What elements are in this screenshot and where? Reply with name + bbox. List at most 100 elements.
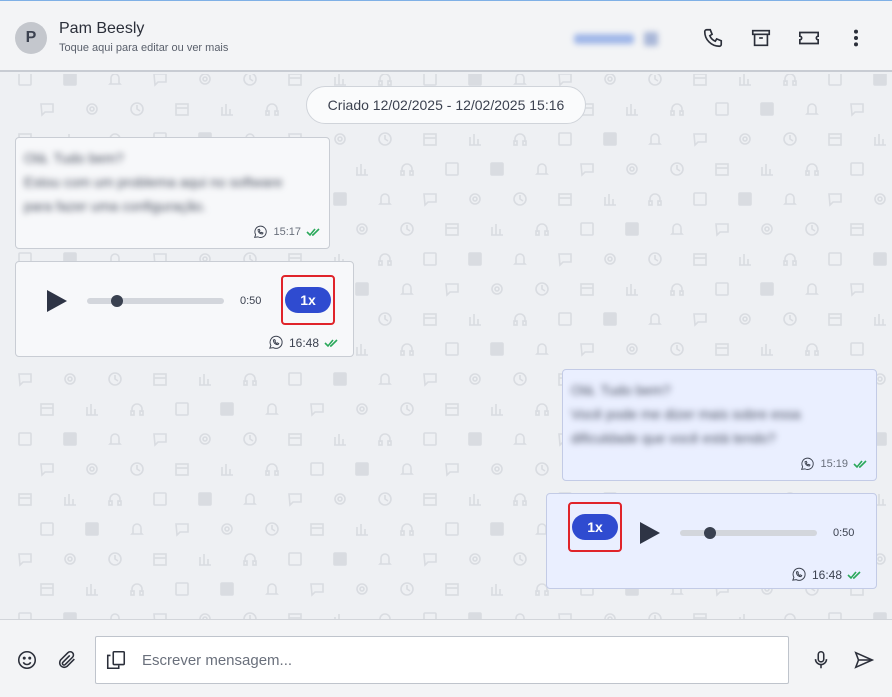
attach-icon[interactable] bbox=[54, 647, 80, 673]
pattern-icon bbox=[670, 103, 684, 116]
pattern-icon bbox=[445, 583, 459, 596]
audio-progress-track[interactable] bbox=[680, 530, 817, 536]
pattern-icon bbox=[199, 554, 211, 566]
message-meta: 15:17 bbox=[252, 224, 322, 240]
pattern-icon bbox=[874, 193, 886, 205]
pattern-icon bbox=[873, 74, 887, 86]
pattern-icon bbox=[693, 253, 707, 266]
message-input[interactable] bbox=[142, 637, 782, 683]
pattern-icon bbox=[175, 582, 189, 596]
pattern-icon bbox=[175, 463, 189, 476]
pattern-icon bbox=[535, 462, 549, 476]
pattern-icon bbox=[604, 194, 616, 206]
message-box[interactable] bbox=[95, 636, 789, 684]
pattern-icon bbox=[243, 553, 257, 566]
contact-name[interactable]: Pam Beesly bbox=[59, 20, 144, 38]
play-icon[interactable] bbox=[636, 520, 662, 546]
pattern-icon bbox=[850, 342, 864, 356]
pattern-icon bbox=[288, 372, 302, 386]
message-bubble-incoming-audio[interactable]: 0:50 1x 16:48 bbox=[15, 261, 354, 357]
pattern-icon bbox=[130, 462, 144, 476]
pattern-icon bbox=[334, 74, 346, 86]
playback-speed-button[interactable]: 1x bbox=[285, 287, 331, 313]
pattern-icon bbox=[265, 522, 279, 536]
pattern-icon bbox=[40, 522, 54, 536]
audio-seek-knob[interactable] bbox=[704, 527, 717, 539]
pattern-icon bbox=[445, 522, 459, 536]
chat-header[interactable]: P Pam Beesly Toque aqui para editar ou v… bbox=[0, 1, 892, 72]
pattern-icon bbox=[738, 192, 752, 206]
read-ticks-icon bbox=[847, 570, 861, 579]
pattern-icon bbox=[86, 404, 98, 416]
send-icon[interactable] bbox=[851, 647, 877, 673]
contact-subtitle[interactable]: Toque aqui para editar ou ver mais bbox=[59, 42, 228, 54]
pattern-icon bbox=[378, 553, 392, 565]
pattern-icon bbox=[445, 342, 459, 356]
play-icon[interactable] bbox=[43, 288, 69, 314]
pattern-icon bbox=[400, 523, 414, 536]
pattern-icon bbox=[334, 133, 346, 145]
date-pill: Criado 12/02/2025 - 12/02/2025 15:16 bbox=[306, 86, 586, 124]
pattern-icon bbox=[153, 373, 167, 386]
pattern-icon bbox=[265, 403, 279, 415]
chat-area[interactable]: Criado 12/02/2025 - 12/02/2025 15:16 Olá… bbox=[0, 74, 892, 619]
audio-seek-knob[interactable] bbox=[111, 295, 124, 307]
pattern-icon bbox=[310, 583, 324, 597]
pattern-icon bbox=[805, 343, 819, 356]
emoji-icon[interactable] bbox=[14, 647, 40, 673]
pattern-icon bbox=[490, 162, 504, 176]
pattern-icon bbox=[603, 312, 617, 326]
microphone-icon[interactable] bbox=[808, 647, 834, 673]
pattern-icon bbox=[580, 222, 594, 236]
pattern-icon bbox=[513, 192, 527, 206]
pattern-icon bbox=[356, 403, 368, 415]
whatsapp-icon bbox=[254, 225, 268, 238]
pattern-icon bbox=[108, 372, 122, 386]
archive-icon[interactable] bbox=[748, 25, 774, 51]
pattern-icon bbox=[378, 132, 392, 146]
pattern-icon bbox=[648, 133, 662, 145]
pattern-icon bbox=[40, 583, 54, 596]
more-vertical-icon[interactable] bbox=[843, 25, 869, 51]
pattern-icon bbox=[108, 433, 122, 445]
pattern-icon bbox=[783, 74, 797, 86]
pattern-icon bbox=[423, 493, 437, 506]
avatar[interactable]: P bbox=[15, 22, 47, 54]
pattern-icon bbox=[423, 193, 437, 207]
pattern-icon bbox=[288, 74, 302, 86]
pattern-icon bbox=[400, 402, 414, 416]
pattern-icon bbox=[739, 313, 751, 325]
message-time: 15:17 bbox=[273, 226, 301, 238]
playback-speed-button[interactable]: 1x bbox=[572, 514, 618, 540]
pattern-icon bbox=[739, 254, 751, 266]
pattern-icon bbox=[828, 193, 842, 207]
pattern-icon bbox=[693, 313, 707, 327]
pattern-icon bbox=[491, 584, 503, 596]
pattern-icon bbox=[18, 373, 32, 387]
audio-progress-track[interactable] bbox=[87, 298, 224, 304]
pattern-icon bbox=[378, 193, 392, 205]
pattern-icon bbox=[445, 223, 459, 236]
pattern-icon bbox=[783, 253, 797, 266]
pattern-icon bbox=[469, 314, 481, 326]
quick-reply-icon[interactable] bbox=[103, 647, 129, 673]
pattern-icon bbox=[220, 582, 234, 596]
pattern-icon bbox=[400, 463, 414, 475]
pattern-icon bbox=[873, 252, 887, 266]
phone-icon[interactable] bbox=[700, 25, 726, 51]
pattern-icon bbox=[761, 344, 773, 356]
pattern-icon bbox=[469, 193, 481, 205]
pattern-icon bbox=[40, 103, 54, 117]
pattern-icon bbox=[423, 553, 437, 567]
pattern-icon bbox=[221, 104, 233, 116]
message-bubble-outgoing-audio[interactable]: 1x 0:50 16:48 bbox=[546, 493, 877, 589]
pattern-icon bbox=[333, 552, 347, 566]
message-bubble-incoming-text[interactable]: Olá. Tudo bem? Estou com um problema aqu… bbox=[15, 137, 330, 249]
ticket-icon[interactable] bbox=[796, 25, 822, 51]
pattern-icon bbox=[334, 493, 346, 505]
message-bubble-outgoing-text[interactable]: Olá. Tudo bem? Você pode me dizer mais s… bbox=[562, 369, 877, 481]
pattern-icon bbox=[626, 343, 638, 355]
pattern-icon bbox=[648, 313, 662, 325]
pattern-icon bbox=[153, 433, 167, 447]
pattern-icon bbox=[580, 343, 594, 357]
